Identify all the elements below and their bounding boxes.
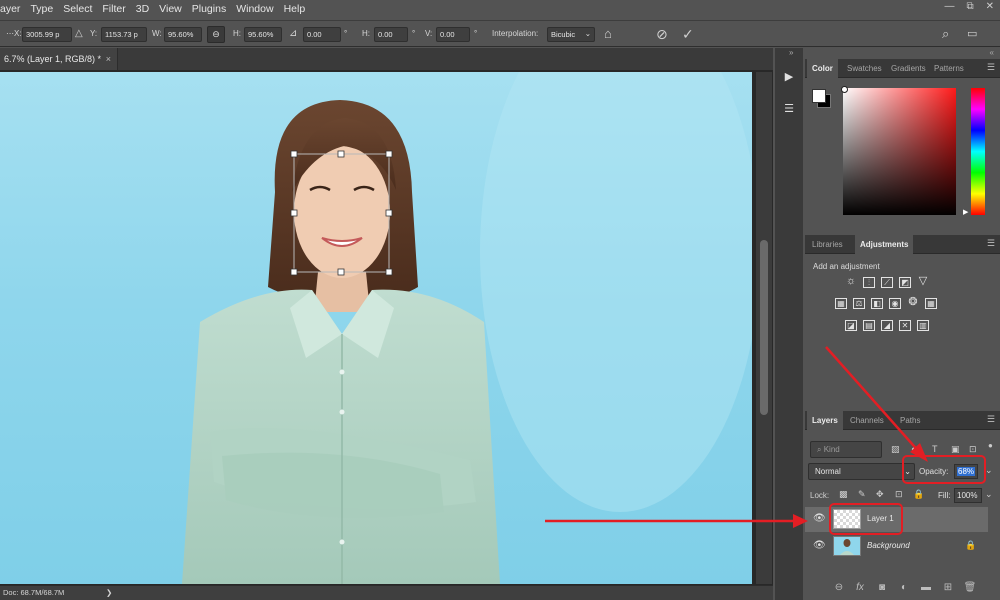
annotation-box-layer-thumbnail [829,503,903,535]
annotation-box-opacity [902,455,986,484]
annotation-arrowhead-layer [793,514,808,528]
photoshop-window: ayer Type Select Filter 3D View Plugins … [0,0,1000,600]
annotation-arrow-opacity [825,346,922,455]
